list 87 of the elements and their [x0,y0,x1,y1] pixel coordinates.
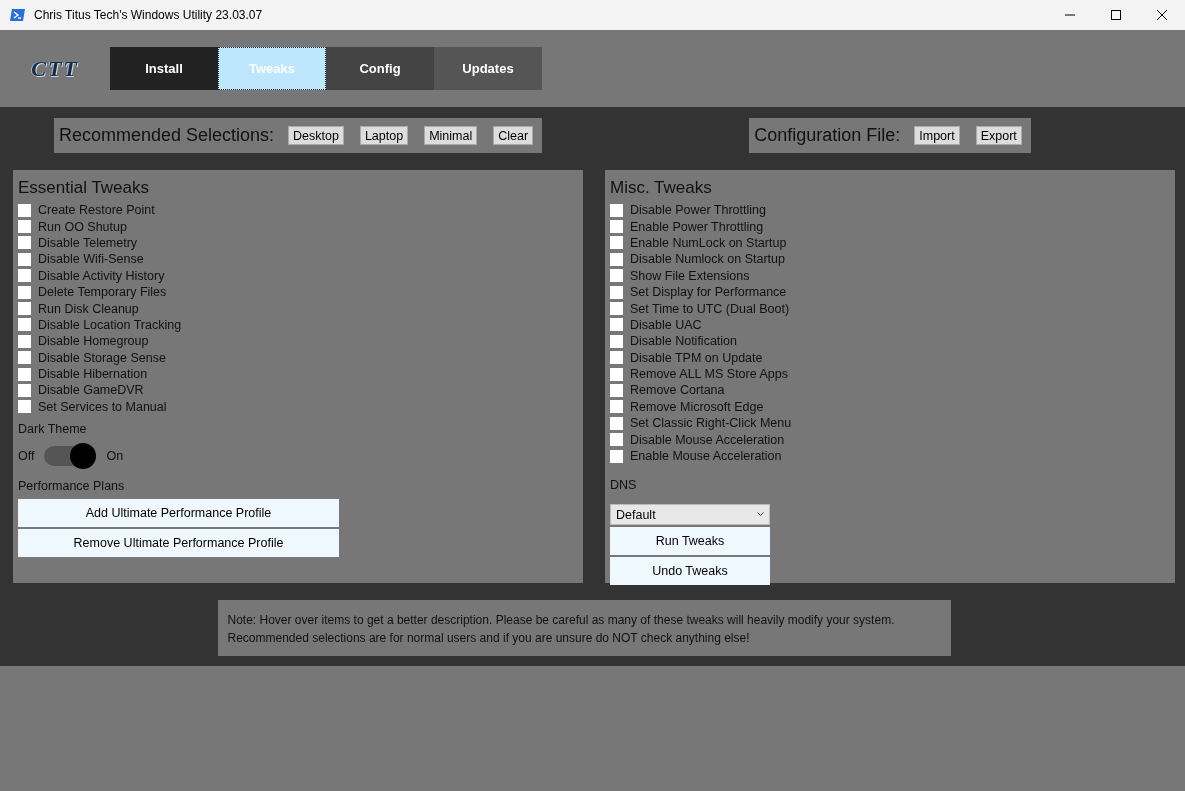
checkbox[interactable] [18,384,31,397]
checkbox-label: Disable Notification [630,334,737,349]
window-title: Chris Titus Tech's Windows Utility 23.03.07 [34,8,264,22]
checkbox-label: Disable Mouse Acceleration [630,432,785,447]
panel-title: Misc. Tweaks [610,178,713,198]
checkbox[interactable] [18,318,31,332]
checkbox-label: Create Restore Point [38,203,155,218]
checkbox[interactable] [18,302,31,316]
checkbox-label: Run Disk Cleanup [38,301,139,316]
checkbox[interactable] [610,285,623,299]
checkbox-label: Delete Temporary Files [38,285,167,300]
setting-label: Dark Theme [18,422,88,437]
section-label: Recommended Selections: [58,125,275,146]
terminal-icon [10,8,26,22]
checkbox-label: Disable Location Tracking [38,317,182,332]
profile-button[interactable]: Remove Ultimate Performance Profile [18,529,339,558]
checkbox-label: Disable Wifi-Sense [38,252,144,267]
checkbox-label: Disable Homegroup [38,334,149,349]
checkbox[interactable] [610,318,623,332]
preset-button[interactable]: Laptop [359,126,409,145]
note-text: Note: Hover over items to get a better description. Please be careful as many of these tweaks will heavily modify your system. Recommended selections are for normal users and if you are unsure do NOT check anything else! [217,600,951,656]
checkbox[interactable] [610,433,623,447]
checkbox-label: Disable Power Throttling [630,203,766,218]
checkbox[interactable] [18,351,31,365]
checkbox-label: Disable Hibernation [38,367,148,382]
checkbox[interactable] [610,384,623,397]
checkbox-label: Remove Microsoft Edge [630,399,764,414]
checkbox[interactable] [610,252,623,266]
checkbox-label: Remove Cortana [630,383,725,398]
checkbox[interactable] [610,334,623,348]
tab[interactable]: Install [110,47,218,90]
checkbox[interactable] [18,367,31,381]
checkbox[interactable] [18,252,31,266]
setting-label: DNS [610,478,638,493]
checkbox[interactable] [18,334,31,348]
checkbox-label: Remove ALL MS Store Apps [630,367,788,382]
checkbox-label: Disable UAC [630,317,702,332]
tab[interactable]: Config [326,47,434,90]
tab[interactable]: Updates [434,47,542,90]
section-label: Configuration File: [754,125,901,146]
checkbox-label: Disable Numlock on Startup [630,252,785,267]
setting-label: Performance Plans [18,479,126,494]
checkbox[interactable] [610,449,623,463]
profile-button[interactable]: Add Ultimate Performance Profile [18,499,339,528]
checkbox-label: Disable Telemetry [38,235,138,250]
checkbox-label: Show File Extensions [630,268,750,283]
file-button[interactable]: Export [975,126,1022,145]
preset-button[interactable]: Clear [493,126,534,145]
checkbox-label: Run OO Shutup [38,219,127,234]
checkbox[interactable] [18,285,31,299]
checkbox-label: Disable TPM on Update [630,350,763,365]
checkbox-label: Set Services to Manual [38,399,167,414]
checkbox[interactable] [610,220,623,234]
file-button[interactable]: Import [914,126,960,145]
checkbox[interactable] [18,203,31,217]
checkbox[interactable] [610,400,623,414]
checkbox-label: Disable Activity History [38,268,165,283]
panel-title: Essential Tweaks [18,178,151,198]
checkbox-label: Set Display for Performance [630,285,787,300]
action-button[interactable]: Undo Tweaks [610,557,770,586]
checkbox-label: Disable Storage Sense [38,350,166,365]
action-button[interactable]: Run Tweaks [610,527,770,556]
checkbox[interactable] [610,367,623,381]
checkbox[interactable] [18,400,31,414]
checkbox-label: Disable GameDVR [38,383,144,398]
toggle-switch[interactable] [44,446,97,467]
preset-button[interactable]: Desktop [288,126,344,145]
checkbox[interactable] [610,416,623,430]
chevron-down-icon [757,512,764,518]
checkbox-label: Set Time to UTC (Dual Boot) [630,301,790,316]
checkbox-label: Enable Mouse Acceleration [630,449,782,464]
dns-dropdown[interactable]: Default [610,504,770,526]
checkbox-label: Enable NumLock on Startup [630,235,787,250]
checkbox[interactable] [610,351,623,365]
toggle-label: Off [18,449,35,464]
preset-button[interactable]: Minimal [424,126,478,145]
checkbox-label: Set Classic Right-Click Menu [630,416,792,431]
checkbox-label: Enable Power Throttling [630,219,764,234]
logo: CTT [31,55,79,82]
checkbox[interactable] [610,236,623,250]
checkbox[interactable] [610,302,623,316]
toggle-label: On [106,449,124,464]
checkbox[interactable] [18,269,31,283]
checkbox[interactable] [610,269,623,283]
checkbox[interactable] [610,203,623,217]
checkbox[interactable] [18,236,31,250]
checkbox[interactable] [18,220,31,234]
